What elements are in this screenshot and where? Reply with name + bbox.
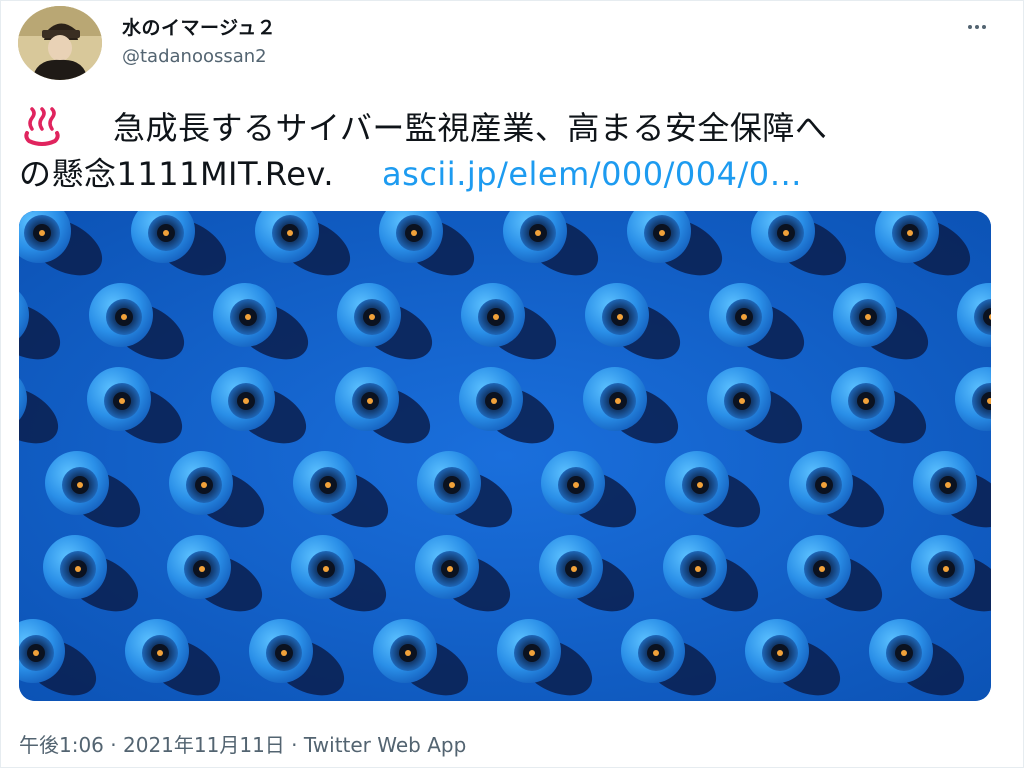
user-avatar-icon[interactable] [18, 6, 102, 80]
tweet-text-line2: の懸念1111MIT.Rev. [19, 155, 335, 193]
tweet-source[interactable]: Twitter Web App [304, 733, 466, 757]
avatar-image [18, 6, 102, 80]
tweet-text-line1: 急成長するサイバー監視産業、高まる安全保障へ [113, 109, 828, 147]
separator: · [103, 733, 123, 757]
tweet-timestamp: 午後1:06 · 2021年11月11日 · Twitter Web App [19, 729, 466, 758]
tweet-time[interactable]: 午後1:06 [19, 733, 104, 757]
user-handle[interactable]: @tadanoossan2 [122, 46, 267, 67]
separator: · [284, 733, 304, 757]
display-name[interactable]: 水のイマージュ２ [122, 13, 276, 40]
more-options-button[interactable] [959, 9, 995, 45]
tweet-date[interactable]: 2021年11月11日 [123, 733, 285, 757]
hot-springs-icon [19, 107, 65, 147]
more-dots-icon [968, 25, 986, 29]
tweet-media-image[interactable] [19, 211, 991, 701]
eyeball-pattern-image [19, 211, 991, 701]
tweet-text: 急成長するサイバー監視産業、高まる安全保障への懸念1111MIT.Rev. asc… [19, 105, 999, 197]
tweet-card: 水のイマージュ２ @tadanoossan2 急成長するサイバー監視産業、高まる… [0, 0, 1024, 768]
article-link[interactable]: ascii.jp/elem/000/004/0… [382, 155, 802, 193]
